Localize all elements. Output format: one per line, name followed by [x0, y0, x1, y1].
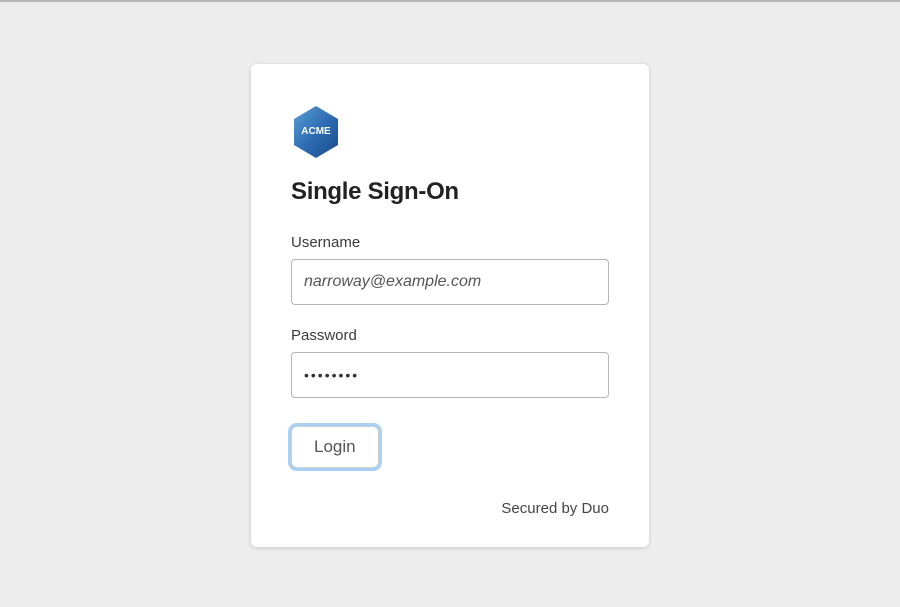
login-card: ACME Single Sign-On Username Password Lo… [251, 64, 649, 547]
username-field-group: Username [291, 234, 609, 305]
svg-text:ACME: ACME [301, 126, 331, 137]
page-title: Single Sign-On [291, 178, 609, 206]
secured-by-text: Secured by Duo [291, 500, 609, 517]
password-field-group: Password [291, 327, 609, 398]
username-input[interactable] [291, 259, 609, 305]
password-label: Password [291, 327, 609, 344]
acme-logo-icon: ACME [291, 104, 341, 160]
password-input[interactable] [291, 352, 609, 398]
login-button[interactable]: Login [291, 426, 379, 468]
username-label: Username [291, 234, 609, 251]
